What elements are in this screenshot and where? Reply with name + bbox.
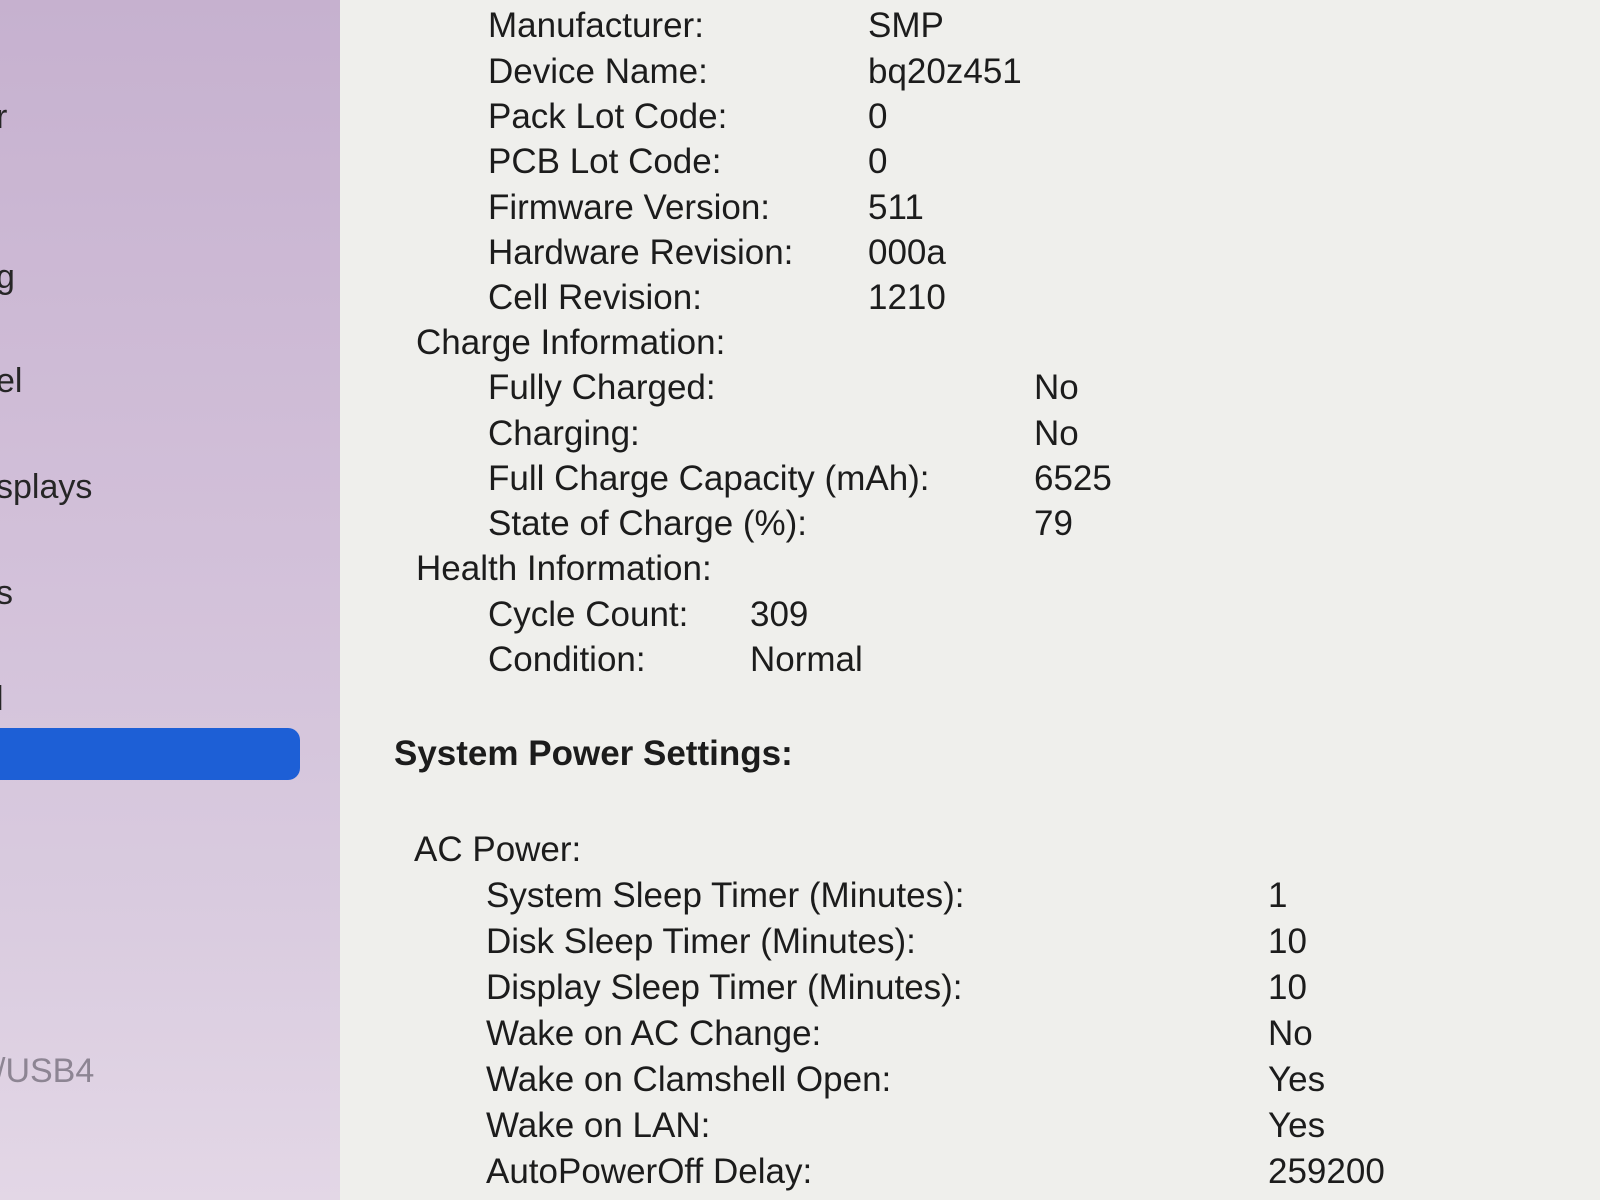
- row-value: 6525: [1034, 459, 1112, 498]
- row-label: Wake on LAN:: [486, 1106, 711, 1145]
- row-value: 10: [1268, 968, 1307, 1007]
- row-value: 511: [868, 188, 924, 227]
- row-value: Yes: [1268, 1106, 1326, 1145]
- row-value: 10: [1268, 922, 1307, 961]
- row-label: Charging:: [488, 414, 640, 453]
- row-value: 1210: [868, 278, 946, 317]
- sidebar-item-displays[interactable]: splays: [0, 468, 92, 507]
- row-label: Wake on AC Change:: [486, 1014, 822, 1053]
- row-value: 0: [868, 97, 888, 136]
- sidebar-item-thunderbolt-usb4[interactable]: /USB4: [0, 1052, 94, 1091]
- row-label: State of Charge (%):: [488, 504, 808, 543]
- row-label: Disk Sleep Timer (Minutes):: [486, 922, 916, 961]
- row-value: No: [1268, 1014, 1313, 1053]
- row-value: No: [1034, 414, 1079, 453]
- row-value: 79: [1034, 504, 1073, 543]
- row-label: Fully Charged:: [488, 368, 716, 407]
- detail-pane: Manufacturer: SMP Device Name: bq20z451 …: [340, 0, 1600, 1200]
- row-label: Firmware Version:: [488, 188, 771, 227]
- row-value: 000a: [868, 233, 946, 272]
- row-label: Cell Revision:: [488, 278, 702, 317]
- charge-information-heading: Charge Information:: [416, 323, 726, 362]
- row-label: Display Sleep Timer (Minutes):: [486, 968, 963, 1007]
- row-value: Yes: [1268, 1060, 1326, 1099]
- row-value: 309: [750, 595, 809, 634]
- row-value: No: [1034, 368, 1079, 407]
- row-label: Pack Lot Code:: [488, 97, 728, 136]
- sidebar-item[interactable]: el: [0, 362, 22, 401]
- row-label: Cycle Count:: [488, 595, 689, 634]
- row-label: Hardware Revision:: [488, 233, 794, 272]
- row-label: AutoPowerOff Delay:: [486, 1152, 813, 1191]
- system-power-settings-title: System Power Settings:: [394, 734, 793, 773]
- sidebar-item[interactable]: r: [0, 98, 7, 137]
- row-value: 0: [868, 142, 888, 181]
- row-label: System Sleep Timer (Minutes):: [486, 876, 965, 915]
- row-label: Full Charge Capacity (mAh):: [488, 459, 930, 498]
- sidebar-item[interactable]: g: [0, 258, 15, 297]
- row-value: bq20z451: [868, 52, 1022, 91]
- row-label: Wake on Clamshell Open:: [486, 1060, 892, 1099]
- row-value: 1: [1268, 876, 1288, 915]
- sidebar-item[interactable]: l: [0, 680, 4, 719]
- row-label: Device Name:: [488, 52, 708, 91]
- row-value: 259200: [1268, 1152, 1385, 1191]
- row-label: Manufacturer:: [488, 6, 704, 45]
- ac-power-heading: AC Power:: [414, 830, 582, 869]
- sidebar-item[interactable]: s: [0, 574, 13, 613]
- sidebar: r g el splays s l /USB4: [0, 0, 340, 1200]
- row-label: Condition:: [488, 640, 646, 679]
- sidebar-item-selected-power[interactable]: [0, 728, 300, 780]
- row-label: PCB Lot Code:: [488, 142, 722, 181]
- health-information-heading: Health Information:: [416, 549, 712, 588]
- row-value: SMP: [868, 6, 944, 45]
- row-value: Normal: [750, 640, 863, 679]
